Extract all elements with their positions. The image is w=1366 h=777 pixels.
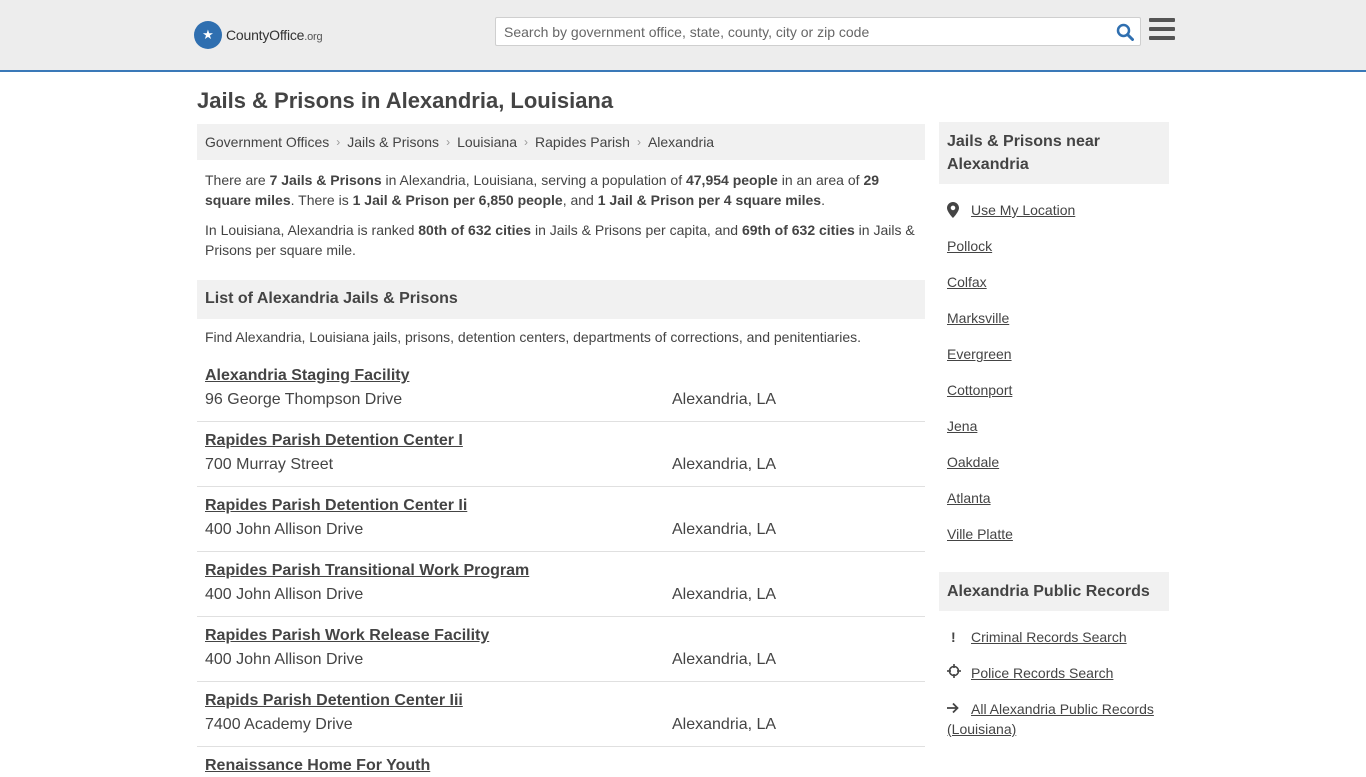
intro-text: There are 7 Jails & Prisons in Alexandri… bbox=[205, 170, 917, 270]
all-records-item: All Alexandria Public Records (Louisiana… bbox=[947, 699, 1169, 739]
facility-address: 700 Murray Street bbox=[205, 456, 334, 473]
chevron-right-icon: › bbox=[336, 135, 341, 149]
breadcrumb-government-offices[interactable]: Government Offices bbox=[205, 134, 329, 150]
breadcrumb-louisiana[interactable]: Louisiana bbox=[457, 134, 517, 150]
chevron-right-icon: › bbox=[524, 135, 528, 149]
facility-city: Alexandria, LA bbox=[672, 456, 777, 473]
list-item: Rapides Parish Detention Center Ii 400 J… bbox=[197, 487, 925, 552]
list-item: Rapides Parish Work Release Facility 400… bbox=[197, 617, 925, 682]
facility-city: Alexandria, LA bbox=[672, 651, 777, 668]
list-item: Alexandria Staging Facility 96 George Th… bbox=[197, 357, 925, 422]
facility-link[interactable]: Renaissance Home For Youth bbox=[205, 757, 430, 775]
facility-city: Alexandria, LA bbox=[672, 521, 777, 538]
eagle-icon: ★ bbox=[194, 21, 222, 49]
facility-city: Alexandria, LA bbox=[672, 586, 777, 603]
nearby-city-link[interactable]: Marksville bbox=[947, 310, 1009, 326]
nearby-city-link[interactable]: Atlanta bbox=[947, 490, 991, 506]
search-box bbox=[495, 17, 1141, 46]
facility-city: Alexandria, LA bbox=[672, 391, 777, 408]
police-records-item: Police Records Search bbox=[947, 663, 1169, 683]
nearby-city-link[interactable]: Ville Platte bbox=[947, 526, 1013, 542]
all-public-records-link[interactable]: All Alexandria Public Records (Louisiana… bbox=[947, 701, 1154, 737]
facility-address: 7400 Academy Drive bbox=[205, 716, 353, 733]
public-records-title: Alexandria Public Records bbox=[939, 572, 1169, 611]
list-item: Renaissance Home For Youth bbox=[197, 747, 925, 777]
breadcrumb-alexandria[interactable]: Alexandria bbox=[648, 134, 714, 150]
crosshair-icon bbox=[947, 663, 971, 683]
criminal-records-item: ! Criminal Records Search bbox=[947, 627, 1169, 647]
intro-paragraph-stats: There are 7 Jails & Prisons in Alexandri… bbox=[205, 172, 880, 208]
breadcrumb-rapides-parish[interactable]: Rapides Parish bbox=[535, 134, 630, 150]
police-records-link[interactable]: Police Records Search bbox=[971, 663, 1113, 683]
breadcrumb-jails-prisons[interactable]: Jails & Prisons bbox=[347, 134, 439, 150]
public-records-list: ! Criminal Records Search Police Records… bbox=[947, 627, 1169, 755]
list-item: Rapides Parish Transitional Work Program… bbox=[197, 552, 925, 617]
page-title: Jails & Prisons in Alexandria, Louisiana bbox=[197, 88, 614, 113]
facility-link[interactable]: Rapides Parish Detention Center I bbox=[205, 432, 463, 450]
facility-link[interactable]: Rapides Parish Transitional Work Program bbox=[205, 562, 529, 580]
facility-city: Alexandria, LA bbox=[672, 716, 777, 733]
search-icon bbox=[1116, 23, 1134, 41]
exclamation-icon: ! bbox=[951, 629, 956, 645]
facility-address: 400 John Allison Drive bbox=[205, 586, 364, 603]
breadcrumb: Government Offices › Jails & Prisons › L… bbox=[197, 124, 925, 160]
list-item: Rapids Parish Detention Center Iii 7400 … bbox=[197, 682, 925, 747]
hamburger-menu-icon[interactable] bbox=[1149, 18, 1175, 42]
facility-link[interactable]: Alexandria Staging Facility bbox=[205, 367, 410, 385]
intro-paragraph-rank: In Louisiana, Alexandria is ranked 80th … bbox=[205, 222, 915, 258]
criminal-records-link[interactable]: Criminal Records Search bbox=[971, 627, 1127, 647]
facility-list: Alexandria Staging Facility 96 George Th… bbox=[197, 357, 925, 777]
chevron-right-icon: › bbox=[446, 135, 451, 149]
facility-link[interactable]: Rapids Parish Detention Center Iii bbox=[205, 692, 463, 710]
search-input[interactable] bbox=[496, 18, 1110, 45]
nearby-city-link[interactable]: Oakdale bbox=[947, 454, 999, 470]
top-bar: ★ CountyOffice.org bbox=[0, 0, 1366, 72]
use-location-item: Use My Location bbox=[947, 202, 1169, 238]
nearby-city-link[interactable]: Pollock bbox=[947, 238, 992, 254]
facility-link[interactable]: Rapides Parish Detention Center Ii bbox=[205, 497, 467, 515]
chevron-right-icon: › bbox=[636, 135, 641, 149]
facility-address: 96 George Thompson Drive bbox=[205, 391, 403, 408]
list-item: Rapides Parish Detention Center I 700 Mu… bbox=[197, 422, 925, 487]
site-logo[interactable]: ★ CountyOffice.org bbox=[194, 20, 323, 50]
search-button[interactable] bbox=[1110, 18, 1140, 45]
nearby-title: Jails & Prisons near Alexandria bbox=[939, 122, 1169, 184]
use-my-location-link[interactable]: Use My Location bbox=[971, 202, 1075, 218]
list-header: List of Alexandria Jails & Prisons bbox=[197, 280, 925, 319]
nearby-city-link[interactable]: Evergreen bbox=[947, 346, 1012, 362]
arrow-right-icon bbox=[947, 699, 971, 719]
map-pin-icon bbox=[947, 202, 971, 221]
nearby-city-link[interactable]: Cottonport bbox=[947, 382, 1012, 398]
facility-link[interactable]: Rapides Parish Work Release Facility bbox=[205, 627, 489, 645]
logo-text: CountyOffice.org bbox=[226, 27, 323, 43]
list-description: Find Alexandria, Louisiana jails, prison… bbox=[205, 329, 862, 345]
facility-address: 400 John Allison Drive bbox=[205, 651, 364, 668]
nearby-city-link[interactable]: Jena bbox=[947, 418, 977, 434]
nearby-city-link[interactable]: Colfax bbox=[947, 274, 987, 290]
nearby-list: Use My Location Pollock Colfax Marksvill… bbox=[947, 202, 1169, 562]
facility-address: 400 John Allison Drive bbox=[205, 521, 364, 538]
